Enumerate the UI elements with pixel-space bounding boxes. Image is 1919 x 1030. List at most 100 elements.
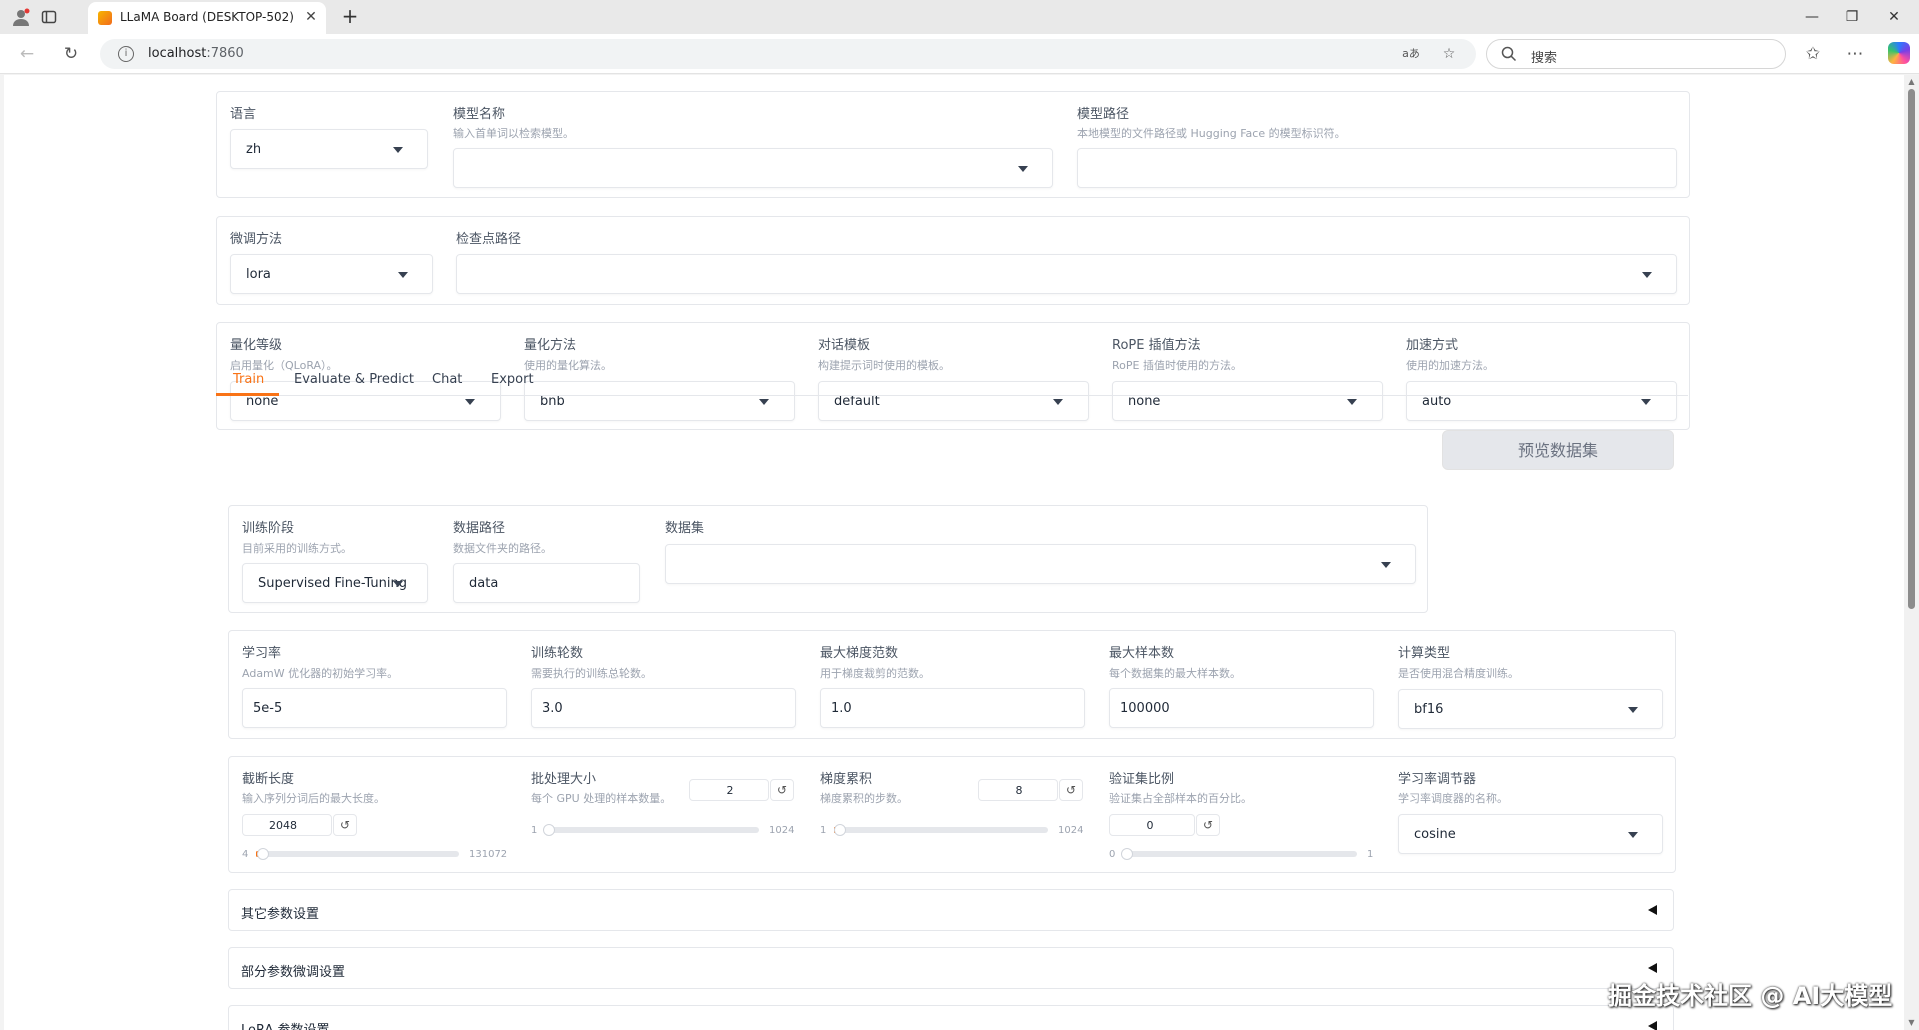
lr-scheduler-value: cosine	[1414, 827, 1456, 842]
grad-accum-value: 8	[1015, 784, 1023, 797]
learning-rate-value: 5e-5	[253, 701, 283, 716]
tab-actions-icon[interactable]	[38, 6, 60, 28]
quant-method-value: bnb	[540, 394, 565, 409]
max-samples-input[interactable]: 100000	[1109, 688, 1374, 728]
model-name-dropdown[interactable]	[453, 148, 1053, 188]
favorite-star-icon[interactable]: ☆	[1438, 44, 1460, 64]
lang-dropdown[interactable]: zh	[230, 129, 428, 169]
model-path-input[interactable]	[1077, 148, 1677, 188]
search-placeholder: 搜索	[1531, 51, 1558, 66]
val-size-slider[interactable]	[1121, 848, 1357, 860]
epochs-input[interactable]: 3.0	[531, 688, 796, 728]
page-content: 语言 zh 模型名称 输入首单词以检索模型。 模型路径 本地模型的文件路径或 H…	[4, 75, 1904, 1030]
lang-label: 语言	[230, 107, 257, 122]
url-text[interactable]: localhost:7860	[148, 46, 244, 61]
booster-label: 加速方式	[1406, 338, 1459, 353]
batch-size-reset-icon[interactable]: ↺	[770, 779, 794, 801]
accordion-lora-args[interactable]: LoRA 参数设置	[228, 1005, 1674, 1030]
max-samples-info: 每个数据集的最大样本数。	[1109, 667, 1241, 680]
val-size-min: 0	[1109, 849, 1116, 860]
site-info-icon[interactable]: i	[118, 46, 134, 62]
more-options-icon[interactable]: ⋯	[1842, 42, 1868, 66]
rope-value: none	[1128, 394, 1161, 409]
lr-scheduler-label: 学习率调节器	[1398, 772, 1477, 787]
compute-type-dropdown[interactable]: bf16	[1398, 689, 1663, 729]
read-aloud-icon[interactable]: aあ	[1400, 44, 1422, 64]
cutoff-len-label: 截断长度	[242, 772, 295, 787]
max-grad-norm-value: 1.0	[831, 701, 852, 716]
cutoff-len-number-input[interactable]: 2048	[242, 814, 332, 836]
grad-accum-max: 1024	[1058, 825, 1084, 836]
search-icon	[1501, 46, 1517, 62]
url-host: localhost	[148, 46, 207, 61]
close-window-icon[interactable]: ✕	[1878, 5, 1910, 29]
chevron-down-icon	[1381, 562, 1391, 568]
vertical-scrollbar[interactable]: ▲ ▼	[1904, 75, 1919, 1030]
address-bar-row: ← ↻ i localhost:7860 aあ ☆ 搜索 ✩ ⋯	[0, 34, 1919, 74]
cutoff-len-min: 4	[242, 849, 249, 860]
favorites-icon[interactable]: ✩	[1800, 42, 1826, 66]
tab-export[interactable]: Export	[491, 372, 534, 387]
grad-accum-reset-icon[interactable]: ↺	[1059, 779, 1083, 801]
chevron-down-icon	[465, 399, 475, 405]
dataset-dropdown[interactable]	[665, 544, 1416, 584]
scroll-up-icon[interactable]: ▲	[1907, 78, 1916, 86]
grad-accum-number-input[interactable]: 8	[978, 779, 1058, 801]
accordion-freeze-args[interactable]: 部分参数微调设置	[228, 947, 1674, 989]
copilot-icon[interactable]	[1888, 42, 1910, 64]
browser-tab-active[interactable]: LLaMA Board (DESKTOP-502) ✕	[88, 2, 326, 34]
rope-label: RoPE 插值方法	[1112, 338, 1201, 353]
val-size-number-input[interactable]: 0	[1109, 814, 1195, 836]
scrollbar-thumb[interactable]	[1908, 89, 1915, 609]
val-size-slider-thumb[interactable]	[1121, 848, 1133, 860]
max-grad-norm-input[interactable]: 1.0	[820, 688, 1085, 728]
minimize-icon[interactable]: —	[1796, 5, 1828, 29]
profile-icon[interactable]	[10, 6, 32, 28]
cutoff-len-slider[interactable]	[256, 848, 459, 860]
batch-size-number-input[interactable]: 2	[689, 779, 769, 801]
preview-dataset-button[interactable]: 预览数据集	[1442, 430, 1674, 470]
training-stage-value: Supervised Fine-Tuning	[258, 576, 407, 591]
learning-rate-input[interactable]: 5e-5	[242, 688, 507, 728]
grad-accum-label: 梯度累积	[820, 772, 873, 787]
lr-scheduler-dropdown[interactable]: cosine	[1398, 814, 1663, 854]
back-icon[interactable]: ←	[14, 42, 40, 66]
tab-chat[interactable]: Chat	[432, 372, 462, 387]
dataset-dir-label: 数据路径	[453, 521, 506, 536]
scroll-down-icon[interactable]: ▼	[1907, 1019, 1916, 1027]
chevron-down-icon	[393, 581, 403, 587]
collapse-caret-icon	[1648, 905, 1657, 915]
cutoff-len-reset-icon[interactable]: ↺	[333, 814, 357, 836]
refresh-icon[interactable]: ↻	[58, 42, 84, 66]
val-size-reset-icon[interactable]: ↺	[1196, 814, 1220, 836]
restore-icon[interactable]: ❐	[1836, 5, 1868, 29]
accordion-extra-args[interactable]: 其它参数设置	[228, 889, 1674, 931]
training-stage-dropdown[interactable]: Supervised Fine-Tuning	[242, 563, 428, 603]
model-path-info: 本地模型的文件路径或 Hugging Face 的模型标识符。	[1077, 127, 1346, 140]
quant-bit-label: 量化等级	[230, 338, 283, 353]
batch-size-value: 2	[726, 784, 734, 797]
compute-type-value: bf16	[1414, 702, 1444, 717]
epochs-info: 需要执行的训练总轮数。	[531, 667, 652, 680]
dataset-dir-input[interactable]: data	[453, 563, 640, 603]
chevron-down-icon	[1642, 272, 1652, 278]
address-bar[interactable]: i localhost:7860 aあ ☆	[100, 39, 1476, 69]
training-stage-info: 目前采用的训练方式。	[242, 542, 352, 555]
search-box[interactable]: 搜索	[1486, 39, 1786, 69]
batch-size-min: 1	[531, 825, 538, 836]
new-tab-icon[interactable]: +	[338, 4, 362, 28]
checkpoint-dropdown[interactable]	[456, 254, 1677, 294]
model-path-label: 模型路径	[1077, 107, 1130, 122]
grad-accum-slider[interactable]	[833, 824, 1048, 836]
max-samples-label: 最大样本数	[1109, 646, 1175, 661]
batch-size-slider[interactable]	[543, 824, 759, 836]
tab-train[interactable]: Train	[233, 372, 264, 387]
chevron-down-icon	[1641, 399, 1651, 405]
chevron-down-icon	[1628, 707, 1638, 713]
close-tab-icon[interactable]: ✕	[302, 8, 320, 26]
tab-evaluate-predict[interactable]: Evaluate & Predict	[294, 372, 414, 387]
finetune-method-dropdown[interactable]: lora	[230, 254, 433, 294]
cutoff-len-max: 131072	[469, 849, 508, 860]
quant-bit-value: none	[246, 394, 279, 409]
grad-accum-slider-thumb[interactable]	[833, 824, 846, 836]
